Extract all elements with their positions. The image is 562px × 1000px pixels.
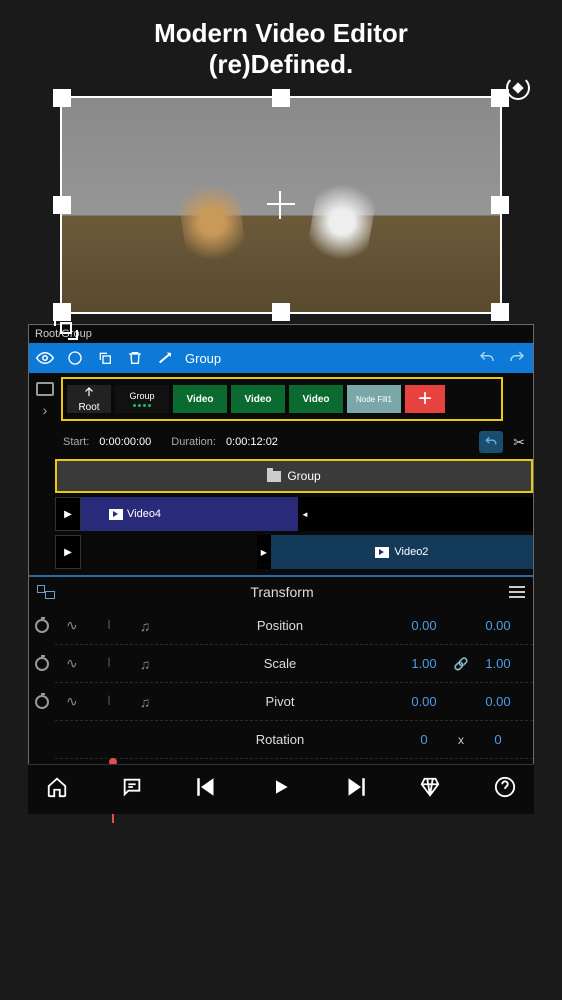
resize-handle-tc[interactable] <box>272 89 290 107</box>
duration-value[interactable]: 0:00:12:02 <box>226 436 278 448</box>
diamond-icon[interactable] <box>415 776 445 804</box>
comment-icon[interactable] <box>117 776 147 804</box>
add-clip-button[interactable]: + <box>405 385 445 413</box>
panel-list-icon[interactable] <box>36 382 54 396</box>
wiggle-icon[interactable]: ⦚ <box>108 694 111 709</box>
play-icon[interactable] <box>266 777 296 803</box>
prop-row-position: ⦚ ♫ Position 0.00 0.00 <box>55 607 533 645</box>
root-button[interactable]: Root <box>67 385 111 413</box>
step-back-icon[interactable] <box>191 772 221 808</box>
crop-indicator-icon[interactable] <box>54 316 78 340</box>
step-forward-icon[interactable] <box>341 772 371 808</box>
curve-icon[interactable] <box>66 659 80 669</box>
prop-value-y[interactable]: 0.00 <box>471 618 525 633</box>
video4-clip[interactable]: Video4 <box>81 497 298 531</box>
clip-video[interactable]: Video <box>289 385 343 413</box>
preview-canvas[interactable] <box>60 96 502 314</box>
start-value[interactable]: 0:00:00:00 <box>99 436 151 448</box>
folder-icon <box>267 471 281 482</box>
clip-video[interactable]: Video <box>173 385 227 413</box>
trash-icon[interactable] <box>125 348 145 368</box>
toolbar: Group <box>29 343 533 373</box>
timeline-tracks: Group ▶ Video4 ▶ Video2 <box>55 459 533 569</box>
duration-label: Duration: <box>171 436 216 448</box>
toolbar-group-label: Group <box>185 351 221 366</box>
rotation-x-label: x <box>451 733 471 747</box>
clip-video[interactable]: Video <box>231 385 285 413</box>
track-expand-icon[interactable]: ▶ <box>55 497 81 531</box>
video-icon <box>109 509 123 520</box>
prop-value-y[interactable]: 1.00 <box>471 656 525 671</box>
time-info: Start: 0:00:00:00 Duration: 0:00:12:02 ✂ <box>55 425 533 459</box>
stopwatch-icon[interactable] <box>35 657 49 671</box>
music-note-icon[interactable]: ♫ <box>140 618 151 634</box>
resize-handle-br[interactable] <box>491 303 509 321</box>
clip-nodefill[interactable]: Node Fill1 <box>347 385 401 413</box>
track-group[interactable]: Group <box>55 459 533 493</box>
hero-title: Modern Video Editor (re)Defined. <box>0 0 562 88</box>
prop-label: Pivot <box>163 694 397 709</box>
wiggle-icon[interactable]: ⦚ <box>108 656 111 671</box>
breadcrumb[interactable]: Root/Group <box>29 325 533 343</box>
curve-icon[interactable] <box>66 697 80 707</box>
prop-row-scale: ⦚ ♫ Scale 1.00 🔗 1.00 <box>55 645 533 683</box>
prop-label: Scale <box>163 656 397 671</box>
selection-frame[interactable] <box>60 96 502 314</box>
redo-icon[interactable] <box>507 348 527 368</box>
prop-value-y[interactable]: 0 <box>471 732 525 747</box>
preview-content <box>175 164 250 281</box>
resize-handle-ml[interactable] <box>53 196 71 214</box>
wiggle-icon[interactable]: ⦚ <box>108 618 111 633</box>
curve-icon[interactable] <box>66 621 80 631</box>
stopwatch-icon[interactable] <box>35 619 49 633</box>
visibility-eye-icon[interactable] <box>35 348 55 368</box>
clip-row: Root Group Video Video Video Node Fill1 … <box>61 377 503 421</box>
resize-handle-bc[interactable] <box>272 303 290 321</box>
video2-clip[interactable]: Video2 <box>271 535 533 569</box>
revert-icon[interactable] <box>479 431 503 453</box>
prop-value-x[interactable]: 1.00 <box>397 656 451 671</box>
pivot-crosshair-icon[interactable] <box>267 191 295 219</box>
music-note-icon[interactable]: ♫ <box>140 656 151 672</box>
prop-row-pivot: ⦚ ♫ Pivot 0.00 0.00 <box>55 683 533 721</box>
preview-content <box>303 163 381 282</box>
prop-label: Position <box>163 618 397 633</box>
video-icon <box>375 547 389 558</box>
editor-panel: Root/Group Group › Root Group Video Vide… <box>28 324 534 814</box>
prop-label: Rotation <box>163 732 397 747</box>
group-clip[interactable]: Group <box>57 461 531 491</box>
resize-handle-mr[interactable] <box>491 196 509 214</box>
track-expand-icon[interactable]: ▶ <box>55 535 81 569</box>
undo-icon[interactable] <box>477 348 497 368</box>
panel-chevron-right-icon[interactable]: › <box>43 402 48 418</box>
prop-value-x[interactable]: 0.00 <box>397 694 451 709</box>
stopwatch-icon[interactable] <box>35 695 49 709</box>
resize-handle-tl[interactable] <box>53 89 71 107</box>
transform-title: Transform <box>55 584 509 600</box>
scissors-cut-icon[interactable]: ✂ <box>513 434 525 451</box>
transform-panel: Transform ⦚ ♫ Position 0.00 0.00 ⦚ ♫ Sca… <box>29 575 533 759</box>
home-icon[interactable] <box>42 776 72 804</box>
help-icon[interactable] <box>490 776 520 804</box>
hamburger-menu-icon[interactable] <box>509 586 525 598</box>
track-video2[interactable]: ▶ Video2 <box>55 535 533 569</box>
music-note-icon[interactable]: ♫ <box>140 694 151 710</box>
circle-icon[interactable] <box>65 348 85 368</box>
clip-group[interactable]: Group <box>115 385 169 413</box>
bottom-bar <box>28 764 534 814</box>
copy-icon[interactable] <box>95 348 115 368</box>
rotate-handle-icon[interactable] <box>506 76 530 100</box>
prop-value-y[interactable]: 0.00 <box>471 694 525 709</box>
edit-pencil-icon[interactable] <box>155 348 175 368</box>
prop-value-x[interactable]: 0 <box>397 732 451 747</box>
track-video4[interactable]: ▶ Video4 <box>55 497 533 531</box>
prop-value-x[interactable]: 0.00 <box>397 618 451 633</box>
link-icon[interactable]: 🔗 <box>451 657 471 671</box>
prop-row-rotation: Rotation 0 x 0 <box>55 721 533 759</box>
start-label: Start: <box>63 436 89 448</box>
transform-pivot-icon[interactable] <box>37 585 55 599</box>
